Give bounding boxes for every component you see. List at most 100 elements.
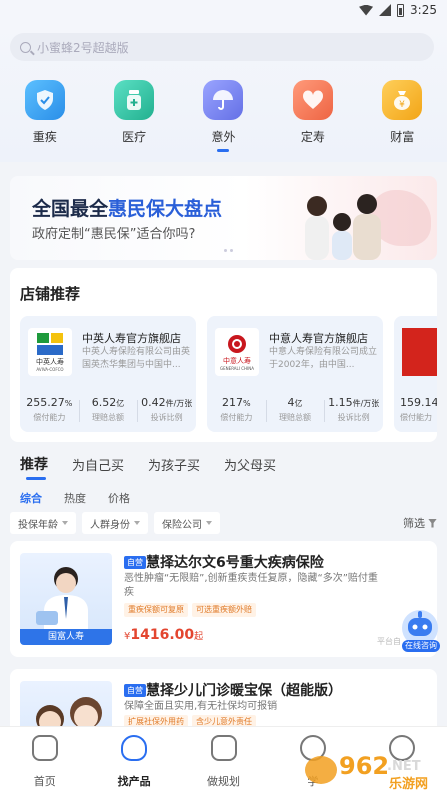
filter-identity[interactable]: 人群身份 — [82, 512, 148, 534]
shield-user-icon — [121, 735, 148, 761]
category-label: 医疗 — [122, 130, 147, 144]
search-placeholder: 小蜜蜂2号超越版 — [37, 40, 129, 55]
battery-icon — [397, 3, 405, 17]
tab-recommend[interactable]: 推荐 — [20, 454, 48, 474]
nav-home[interactable]: 首页 — [0, 727, 89, 796]
filter-age[interactable]: 投保年龄 — [10, 512, 76, 534]
banner-title-highlight: 惠民保大盘点 — [108, 198, 223, 220]
filter-button[interactable]: 筛选 — [403, 515, 437, 531]
chevron-down-icon — [206, 521, 212, 525]
store-card[interactable]: 159.14%偿付能力 — [394, 316, 437, 432]
home-bear-icon — [31, 735, 58, 761]
filter-company[interactable]: 保险公司 — [154, 512, 220, 534]
product-title: 慧择达尔文6号重大疾病保险 — [146, 555, 324, 571]
store-desc: 中英人寿保险有限公司由英国英杰华集团与中国中... — [82, 347, 191, 370]
store-logo: 中意人寿 GENERALI CHINA — [215, 328, 259, 376]
sort-comprehensive[interactable]: 综合 — [20, 490, 42, 506]
nav-label: 做规划 — [207, 775, 241, 788]
store-stats: 217% 偿付能力 4亿 理赔总额 1.15件/万张 投诉比例 — [207, 396, 383, 423]
filter-label: 保险公司 — [162, 519, 202, 531]
wifi-icon — [359, 4, 374, 16]
category-item-caifu[interactable]: ¥ 财富 — [358, 80, 447, 152]
stat-complaints: 0.42件/万张 投诉比例 — [137, 396, 196, 423]
self-operated-tag: 自营 — [124, 556, 146, 569]
store-logo-sub: AVIVA-COFCO — [36, 366, 64, 372]
status-time: 3:25 — [410, 3, 437, 17]
svg-text:¥: ¥ — [399, 100, 405, 110]
nav-find-product[interactable]: 找产品 — [89, 727, 178, 796]
product-label: 重疾保额可复原 — [124, 603, 188, 617]
banner-pagination — [224, 249, 233, 252]
store-stats: 159.14%偿付能力 — [394, 396, 437, 423]
online-consult-label[interactable]: 在线咨询 — [402, 640, 440, 652]
tab-for-self[interactable]: 为自己买 — [72, 455, 124, 474]
category-label: 财富 — [390, 130, 415, 144]
category-item-yiliao[interactable]: 医疗 — [89, 80, 178, 152]
banner-title-prefix: 全国最全 — [32, 198, 109, 220]
sort-popularity[interactable]: 热度 — [64, 490, 86, 506]
banner-title: 全国最全惠民保大盘点 — [32, 194, 222, 221]
sort-price[interactable]: 价格 — [108, 490, 130, 506]
store-card[interactable]: 中意人寿 GENERALI CHINA 中意人寿官方旗舰店 中意人寿保险有限公司… — [207, 316, 383, 432]
shield-icon — [24, 80, 65, 120]
top-area: 小蜜蜂2号超越版 重疾 医疗 意外 定寿 ¥ 财富 — [0, 22, 447, 162]
watermark-text-962: 962 — [339, 752, 389, 780]
banner-subtitle: 政府定制“惠民保”适合你吗? — [32, 227, 196, 242]
category-label: 定寿 — [300, 130, 325, 144]
category-row: 重疾 医疗 意外 定寿 ¥ 财富 — [0, 80, 447, 152]
heart-icon — [292, 80, 333, 120]
store-logo: 中英人寿 AVIVA-COFCO — [28, 328, 72, 376]
store-logo — [402, 328, 437, 376]
stat-solvency: 159.14%偿付能力 — [400, 396, 437, 422]
product-card[interactable]: 国富人寿 自营 慧择达尔文6号重大疾病保险 恶性肿瘤“无限赔”,创新重疾责任复原… — [10, 541, 437, 657]
watermark-text-site: 乐游网 — [389, 776, 428, 792]
sort-tabs: 综合 热度 价格 — [20, 490, 130, 506]
stat-solvency: 255.27% 偿付能力 — [26, 396, 73, 422]
self-operated-tag: 自营 — [124, 684, 146, 697]
store-card[interactable]: 中英人寿 AVIVA-COFCO 中英人寿官方旗舰店 中英人寿保险有限公司由英国… — [20, 316, 196, 432]
filter-button-label: 筛选 — [403, 517, 425, 530]
nav-label: 首页 — [33, 775, 56, 788]
filter-label: 投保年龄 — [18, 519, 58, 531]
stat-claims: 4亿 理赔总额 — [265, 396, 325, 423]
store-recommend-section: 店铺推荐 中英人寿 AVIVA-COFCO 中英人寿官方旗舰店 中英人寿保险有限… — [10, 268, 437, 442]
generali-logo-icon — [228, 334, 246, 353]
family-photo — [305, 194, 381, 260]
aviva-cofco-logo-icon — [37, 332, 63, 355]
status-bar: 3:25 — [0, 0, 447, 22]
umbrella-icon — [203, 80, 244, 120]
money-bag-icon: ¥ — [382, 80, 423, 120]
status-icons: 3:25 — [359, 3, 437, 17]
clipboard-check-icon — [210, 735, 237, 761]
product-price: ¥1416.00起 — [124, 627, 204, 643]
chevron-down-icon — [62, 521, 68, 525]
tab-underline — [26, 477, 46, 480]
store-logo-text: 中英人寿 — [36, 357, 64, 366]
product-brand: 国富人寿 — [20, 629, 112, 645]
chevron-down-icon — [134, 521, 140, 525]
recommend-tabs: 推荐 为自己买 为孩子买 为父母买 — [20, 454, 276, 474]
tab-for-children[interactable]: 为孩子买 — [148, 455, 200, 474]
signal-icon — [379, 4, 392, 16]
store-name: 中英人寿官方旗舰店 — [82, 332, 181, 345]
store-name: 中意人寿官方旗舰店 — [269, 332, 368, 345]
active-indicator — [217, 149, 230, 152]
product-label: 可选重疾额外赔 — [192, 603, 256, 617]
nav-planning[interactable]: 做规划 — [179, 727, 268, 796]
tab-for-parents[interactable]: 为父母买 — [224, 455, 276, 474]
product-title: 慧择少儿门诊暖宝保（超能版） — [146, 683, 342, 699]
promo-banner[interactable]: 全国最全惠民保大盘点 政府定制“惠民保”适合你吗? — [10, 176, 437, 260]
category-item-yiwai[interactable]: 意外 — [179, 80, 268, 152]
category-label: 重疾 — [32, 130, 57, 144]
store-desc: 中意人寿保险有限公司成立于2002年，由中国... — [269, 347, 378, 370]
stat-complaints: 1.15件/万张 投诉比例 — [324, 396, 383, 423]
search-input[interactable]: 小蜜蜂2号超越版 — [10, 33, 434, 61]
nav-label: 找产品 — [117, 775, 151, 788]
site-watermark-logo: 962 .NET 乐游网 — [305, 752, 428, 792]
product-desc: 恶性肿瘤“无限赔”,创新重疾责任复原，隐藏“多次”赔付重疾 — [124, 573, 378, 598]
store-stats: 255.27% 偿付能力 6.52亿 理赔总额 0.42件/万张 投诉比例 — [20, 396, 196, 423]
product-image: 国富人寿 — [20, 553, 112, 645]
category-item-zhongji[interactable]: 重疾 — [0, 80, 89, 152]
category-item-dingshou[interactable]: 定寿 — [268, 80, 357, 152]
watermark-text-net: .NET — [387, 759, 421, 774]
